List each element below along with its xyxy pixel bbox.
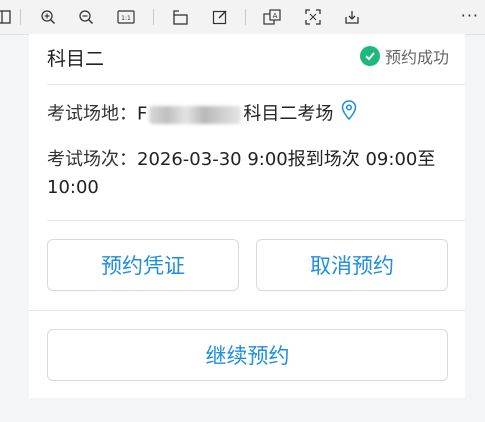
edit-icon[interactable] xyxy=(210,7,230,27)
toolbar-separator xyxy=(245,9,246,25)
session-value: 2026-03-30 9:00报到场次 09:00至 xyxy=(137,149,436,170)
panel-icon[interactable] xyxy=(0,7,14,27)
cancel-booking-button[interactable]: 取消预约 xyxy=(256,239,448,291)
more-icon[interactable]: ··· xyxy=(461,6,479,25)
status-text: 预约成功 xyxy=(384,48,449,67)
venue-row: 考试场地：F 科目二考场 xyxy=(47,100,357,129)
check-circle-icon xyxy=(359,46,380,66)
toolbar-separator xyxy=(20,9,21,25)
screenshot-icon[interactable] xyxy=(303,7,323,27)
translate-icon[interactable]: A xyxy=(262,7,282,27)
venue-prefix: F xyxy=(137,103,148,125)
save-icon[interactable] xyxy=(342,7,362,27)
location-pin-icon[interactable] xyxy=(341,100,357,129)
status-badge: 预约成功 xyxy=(359,44,449,68)
divider xyxy=(29,310,465,311)
redacted-blur xyxy=(149,105,242,124)
session-row: 考试场次：2026-03-30 9:00报到场次 09:00至 10:00 xyxy=(47,146,435,202)
zoom-in-icon[interactable] xyxy=(38,7,58,27)
venue-suffix: 科目二考场 xyxy=(243,103,334,125)
toolbar-separator xyxy=(153,9,154,25)
subject-title: 科目二 xyxy=(47,48,105,70)
divider xyxy=(47,220,465,221)
viewer-toolbar: 1:1 A ··· xyxy=(0,0,485,35)
zoom-out-icon[interactable] xyxy=(76,7,96,27)
booking-card: 科目二 预约成功 考试场地：F 科目二考场 考试场次：2026-03-30 9:0… xyxy=(29,34,465,398)
venue-label: 考试场地： xyxy=(47,103,137,125)
rotate-icon[interactable] xyxy=(170,7,190,27)
session-value-end: 10:00 xyxy=(47,177,99,198)
actual-size-icon[interactable]: 1:1 xyxy=(116,7,136,27)
voucher-button[interactable]: 预约凭证 xyxy=(47,239,239,291)
card-header: 科目二 预约成功 xyxy=(47,44,449,70)
divider xyxy=(47,84,465,85)
session-label: 考试场次： xyxy=(47,149,137,170)
page-background xyxy=(29,398,465,422)
svg-text:1:1: 1:1 xyxy=(121,15,131,22)
svg-text:A: A xyxy=(273,12,278,20)
continue-booking-button[interactable]: 继续预约 xyxy=(47,329,448,381)
